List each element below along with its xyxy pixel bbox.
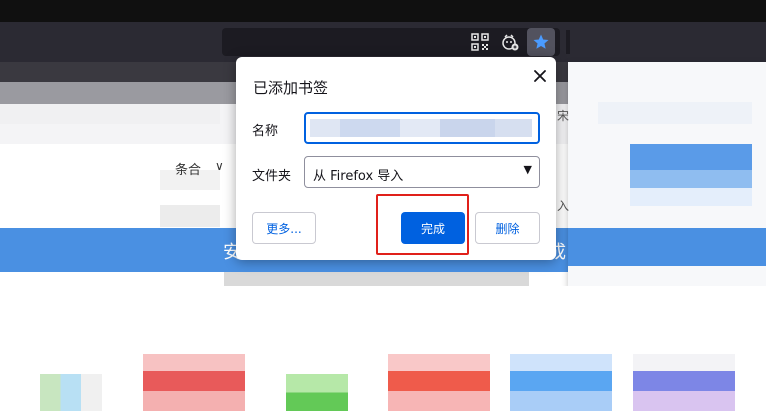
folder-dropdown[interactable]: 从 Firefox 导入 ▼ bbox=[304, 156, 540, 188]
blurred-tile bbox=[510, 354, 612, 411]
browser-toolbar bbox=[0, 22, 766, 62]
background-select-text: 条合 bbox=[175, 163, 202, 178]
name-label: 名称 bbox=[252, 124, 279, 139]
close-button[interactable] bbox=[529, 65, 551, 87]
blurred-tile bbox=[143, 354, 245, 411]
done-button[interactable]: 完成 bbox=[401, 212, 465, 244]
screen: 条合 ∨ 安 成 宋 入 已添加书签 名称 文件夹 从 Firefox 导入 ▼… bbox=[0, 0, 766, 411]
dialog-title: 已添加书签 bbox=[253, 79, 329, 97]
blurred-block bbox=[630, 144, 752, 170]
blurred-block bbox=[598, 102, 752, 124]
page-lower-area bbox=[0, 286, 766, 411]
window-top-bar bbox=[0, 0, 766, 22]
background-shadow bbox=[224, 272, 529, 286]
bookmark-star-button[interactable] bbox=[527, 28, 555, 56]
background-select-caret: ∨ bbox=[215, 159, 224, 173]
blurred-block bbox=[630, 188, 752, 206]
folder-label: 文件夹 bbox=[252, 169, 292, 184]
blurred-tile bbox=[286, 374, 348, 411]
folder-selected-value: 从 Firefox 导入 bbox=[313, 169, 404, 184]
blurred-block bbox=[0, 104, 220, 124]
blurred-tile bbox=[388, 354, 490, 411]
background-fragment: 入 bbox=[557, 199, 570, 213]
blurred-block bbox=[160, 205, 220, 227]
bookmark-added-dialog: 已添加书签 名称 文件夹 从 Firefox 导入 ▼ 更多... 完成 删除 bbox=[236, 57, 556, 260]
bookmark-name-input[interactable] bbox=[304, 112, 540, 144]
close-icon bbox=[534, 70, 546, 82]
background-right-panel bbox=[568, 62, 766, 288]
toolbar-separator bbox=[566, 30, 570, 54]
more-button[interactable]: 更多... bbox=[252, 212, 316, 244]
qr-code-icon[interactable] bbox=[469, 31, 491, 53]
star-icon bbox=[533, 34, 549, 49]
blurred-block bbox=[568, 228, 766, 266]
extension-icon[interactable] bbox=[499, 31, 521, 53]
blurred-block bbox=[630, 170, 752, 188]
background-fragment: 宋 bbox=[557, 109, 570, 123]
blurred-tile bbox=[633, 354, 735, 411]
delete-button[interactable]: 删除 bbox=[475, 212, 540, 244]
blurred-tile bbox=[40, 374, 102, 411]
chevron-down-icon: ▼ bbox=[523, 163, 532, 176]
